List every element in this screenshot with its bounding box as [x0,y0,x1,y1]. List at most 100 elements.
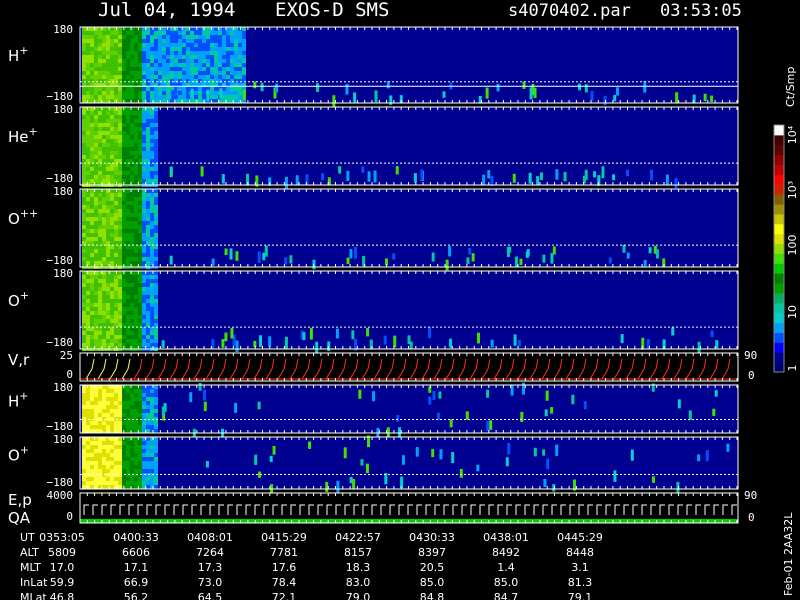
cell [214,71,218,75]
cell [262,252,266,261]
cell [146,43,150,47]
cell [315,341,319,353]
cell [94,465,98,469]
cell [90,307,94,311]
cell [214,91,218,95]
cell [234,71,238,75]
cell [94,155,98,159]
cell [134,331,138,335]
cell [114,299,118,303]
cell [90,453,94,457]
cell [194,55,198,59]
cell [142,143,146,147]
cell [94,51,98,55]
cell [202,71,206,75]
cell [130,275,134,279]
cell [146,213,150,217]
cell [150,473,154,477]
colorbar-swatch [774,204,784,215]
cell [190,51,194,55]
cell [86,385,90,389]
cell [275,83,279,93]
cell [154,397,158,401]
cell [218,75,222,79]
cell [114,221,118,225]
cell [102,147,106,151]
cell [98,425,102,429]
cell [230,43,234,47]
cell [114,331,118,335]
cell [106,171,110,175]
cell [206,79,210,83]
cell [114,31,118,35]
cell [106,417,110,421]
cell [158,75,162,79]
cell [110,99,114,103]
cell [198,59,202,63]
cell [98,453,102,457]
cell [90,79,94,83]
cell [162,71,166,75]
cell [134,151,138,155]
y-max-label: 180 [53,185,73,198]
cell [122,299,126,303]
cell [134,197,138,201]
cell [98,217,102,221]
cell [126,457,130,461]
cell [138,441,142,445]
cell [354,246,358,259]
cell [106,205,110,209]
cell [106,457,110,461]
cell [154,59,158,63]
cell [150,167,154,171]
cell [170,27,174,31]
cell [224,332,228,342]
cell [465,411,469,420]
cell [142,453,146,457]
cell [122,311,126,315]
cell [544,409,548,417]
ephemeris-cell: 8492 [492,546,520,559]
cell [102,409,106,413]
cell [82,27,86,31]
y-min-label: −180 [47,254,74,267]
cell [106,111,110,115]
cell [114,59,118,63]
cell [162,35,166,39]
cell [222,59,226,63]
cell [154,225,158,229]
cell [146,343,150,347]
cell [122,469,126,473]
cell [182,55,186,59]
cell [118,147,122,151]
cell [146,461,150,465]
cell [102,75,106,79]
cell [118,409,122,413]
cell [82,59,86,63]
cell [106,201,110,205]
cell [154,279,158,283]
cell [106,315,110,319]
cell [102,59,106,63]
cell [150,171,154,175]
cell [86,299,90,303]
cell [114,171,118,175]
cell [118,425,122,429]
cell [146,389,150,393]
cell [130,323,134,327]
cell [90,27,94,31]
panel-he-plus: He+180−180 [8,103,739,189]
panel-background [80,107,738,185]
cell [146,193,150,197]
cell [90,461,94,465]
cell [134,75,138,79]
cell [130,469,134,473]
cell [98,155,102,159]
cell [146,299,150,303]
cell [90,55,94,59]
cell [114,55,118,59]
cell [190,75,194,79]
cell [106,449,110,453]
cell [114,457,118,461]
cell [138,287,142,291]
